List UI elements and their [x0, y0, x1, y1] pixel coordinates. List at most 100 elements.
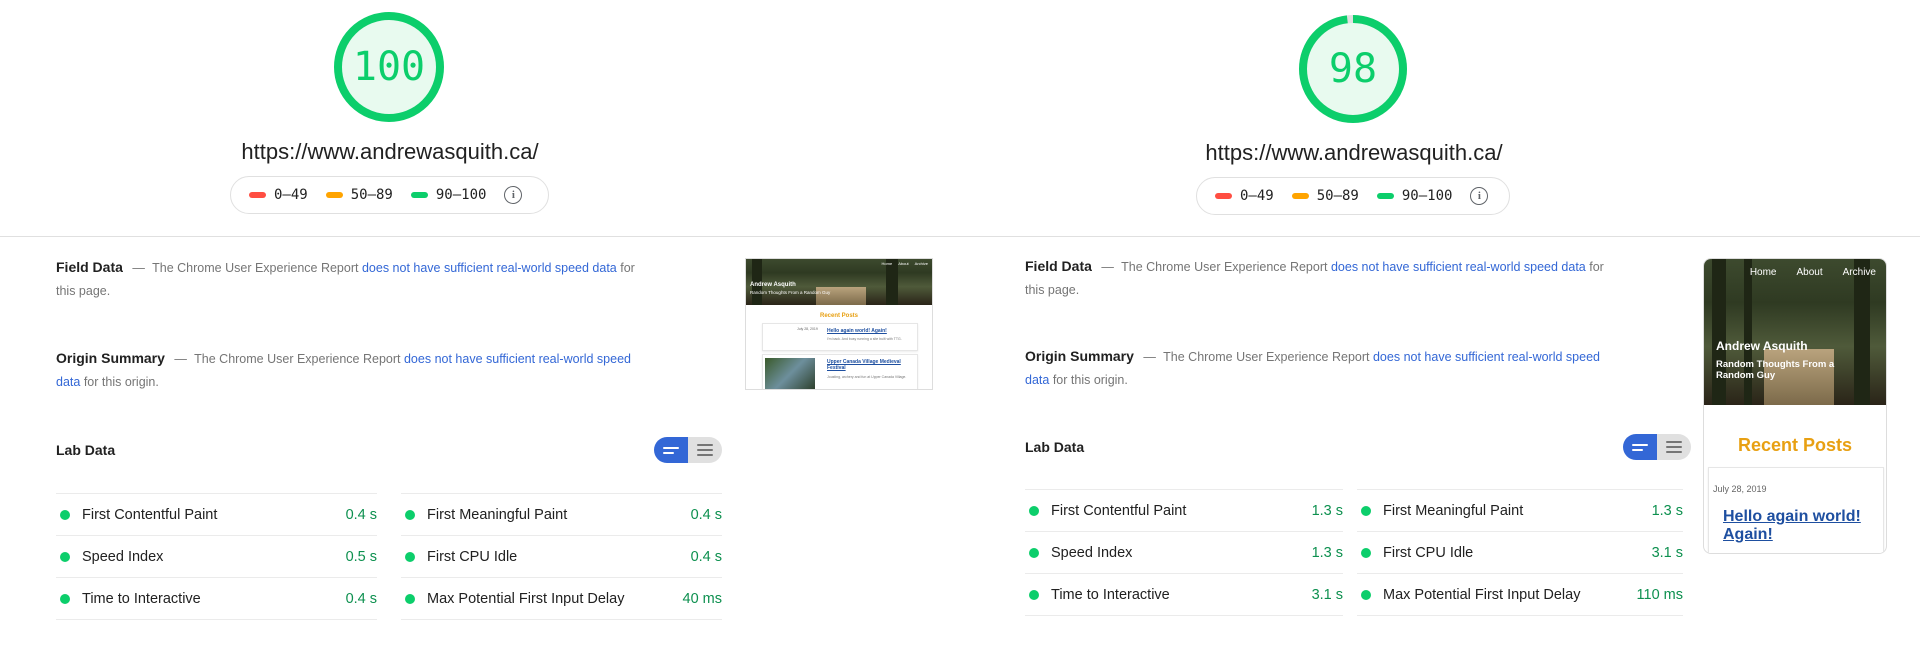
site-tagline: Random Thoughts From a Random Guy	[750, 290, 831, 295]
legend-fail-label: 0–49	[1240, 188, 1274, 204]
site-tagline: Random Thoughts From a Random Guy	[1716, 359, 1835, 381]
metric-row: First Contentful Paint 0.4 s	[56, 493, 377, 535]
metric-name: First CPU Idle	[1383, 544, 1474, 561]
metric-value: 40 ms	[682, 590, 723, 607]
nav-home[interactable]: Home	[1750, 267, 1777, 278]
score-legend: 0–49 50–89 90–100 i	[230, 176, 549, 214]
metric-name: Speed Index	[82, 548, 164, 565]
pass-dot-icon	[1029, 547, 1039, 558]
metrics-column-right: First Meaningful Paint 1.3 s First CPU Id…	[1357, 489, 1683, 616]
site-title: Andrew Asquith	[1716, 339, 1808, 353]
metric-row: First Meaningful Paint 1.3 s	[1357, 489, 1683, 531]
toggle-expanded-view[interactable]	[1657, 434, 1691, 460]
metric-name: First Contentful Paint	[82, 506, 218, 523]
lab-data-header: Lab Data	[1025, 434, 1691, 460]
metric-name: First Meaningful Paint	[427, 506, 568, 523]
metric-row: Max Potential First Input Delay 40 ms	[401, 577, 722, 620]
nav-about[interactable]: About	[1797, 267, 1823, 278]
hero-image: Home About Archive Andrew Asquith Random…	[1704, 259, 1886, 405]
metric-name: Max Potential First Input Delay	[1383, 586, 1581, 603]
field-data-link[interactable]: does not have sufficient real-world spee…	[362, 261, 617, 275]
toggle-compact-view[interactable]	[1623, 434, 1657, 460]
dash: —	[132, 261, 145, 275]
origin-summary-title: Origin Summary	[1025, 348, 1134, 364]
field-data-link[interactable]: does not have sufficient real-world spee…	[1331, 260, 1586, 274]
metric-value: 3.1 s	[1651, 544, 1683, 561]
metric-value: 110 ms	[1636, 586, 1683, 603]
header-divider	[0, 236, 1920, 237]
pass-dot-icon	[1029, 505, 1039, 516]
origin-summary-suffix: for this origin.	[1052, 373, 1128, 387]
score-legend: 0–49 50–89 90–100 i	[1196, 177, 1510, 215]
average-marker	[1291, 193, 1309, 199]
lab-data-title: Lab Data	[56, 442, 116, 458]
field-data-section: Field Data — The Chrome User Experience …	[56, 256, 656, 303]
legend-pass: 90–100	[1376, 188, 1452, 204]
metric-row: Max Potential First Input Delay 110 ms	[1357, 573, 1683, 616]
metric-value: 0.4 s	[345, 590, 377, 607]
lab-metrics: First Contentful Paint 1.3 s Speed Index 1…	[1025, 489, 1691, 616]
field-data-title: Field Data	[56, 259, 123, 275]
toggle-expanded-view[interactable]	[688, 437, 722, 463]
post-card: July 28, 2019 Hello again world! Again! …	[762, 323, 918, 351]
legend-fail-label: 0–49	[274, 187, 308, 203]
score-value: 100	[352, 44, 426, 90]
legend-average-label: 50–89	[350, 187, 393, 203]
origin-summary-suffix: for this origin.	[83, 375, 159, 389]
metric-name: First CPU Idle	[427, 548, 518, 565]
metric-value: 1.3 s	[1311, 544, 1343, 561]
post-title: Upper Canada Village Medieval Festival	[827, 359, 901, 371]
info-icon[interactable]: i	[1470, 187, 1489, 205]
recent-posts-heading: Recent Posts	[1737, 435, 1853, 455]
metric-row: First CPU Idle 3.1 s	[1357, 531, 1683, 573]
field-data-text: The Chrome User Experience Report	[152, 261, 359, 275]
origin-summary-text: The Chrome User Experience Report	[1163, 350, 1370, 364]
page-screenshot-thumbnail[interactable]: Home About Archive Andrew Asquith Random…	[1703, 258, 1887, 554]
metric-value: 3.1 s	[1311, 586, 1343, 603]
score-gauge: 100	[332, 10, 446, 124]
fail-marker	[249, 192, 266, 198]
pass-dot-icon	[405, 551, 415, 562]
nav-about: About	[898, 261, 909, 266]
site-nav: Home About Archive	[1750, 267, 1876, 278]
toggle-compact-view[interactable]	[654, 437, 688, 463]
pass-dot-icon	[60, 551, 70, 562]
report-url: https://www.andrewasquith.ca/	[241, 139, 539, 164]
post-card: July 28, 2019 Hello again world! Again!	[1708, 467, 1884, 553]
nav-home: Home	[881, 261, 893, 266]
site-title: Andrew Asquith	[750, 282, 796, 288]
legend-pass: 90–100	[410, 187, 486, 203]
view-toggle[interactable]	[654, 437, 722, 463]
post-thumbnail-image	[765, 358, 815, 389]
legend-fail: 0–49	[1215, 188, 1274, 204]
metric-value: 0.5 s	[345, 548, 377, 565]
view-toggle[interactable]	[1623, 434, 1691, 460]
post-title[interactable]: Hello again world! Again!	[1723, 508, 1873, 544]
nav-archive[interactable]: Archive	[1843, 267, 1876, 278]
dash: —	[1143, 350, 1156, 364]
left-report-body: Field Data — The Chrome User Experience …	[56, 256, 722, 636]
pass-dot-icon	[1361, 547, 1371, 558]
legend-average-label: 50–89	[1316, 188, 1359, 204]
info-icon[interactable]: i	[504, 186, 523, 204]
average-marker	[325, 192, 343, 198]
pass-dot-icon	[405, 593, 415, 604]
legend-average: 50–89	[325, 187, 393, 203]
post-excerpt: Jousting, archery and fun at Upper Canad…	[827, 375, 907, 379]
nav-archive: Archive	[914, 261, 928, 266]
metrics-column-left: First Contentful Paint 0.4 s Speed Index 0…	[56, 493, 377, 620]
metric-row: Time to Interactive 0.4 s	[56, 577, 377, 620]
metric-name: First Meaningful Paint	[1383, 502, 1524, 519]
metric-row: Time to Interactive 3.1 s	[1025, 573, 1343, 616]
page-screenshot-thumbnail[interactable]: Home About Archive Andrew Asquith Random…	[745, 258, 933, 390]
pass-dot-icon	[1361, 589, 1371, 600]
legend-average: 50–89	[1291, 188, 1359, 204]
metric-row: Speed Index 0.5 s	[56, 535, 377, 577]
pass-dot-icon	[1029, 589, 1039, 600]
metric-value: 0.4 s	[690, 506, 722, 523]
report-url: https://www.andrewasquith.ca/	[1205, 140, 1503, 165]
origin-summary-title: Origin Summary	[56, 350, 165, 366]
field-data-section: Field Data — The Chrome User Experience …	[1025, 255, 1625, 302]
metric-name: First Contentful Paint	[1051, 502, 1187, 519]
pass-marker	[410, 192, 428, 198]
